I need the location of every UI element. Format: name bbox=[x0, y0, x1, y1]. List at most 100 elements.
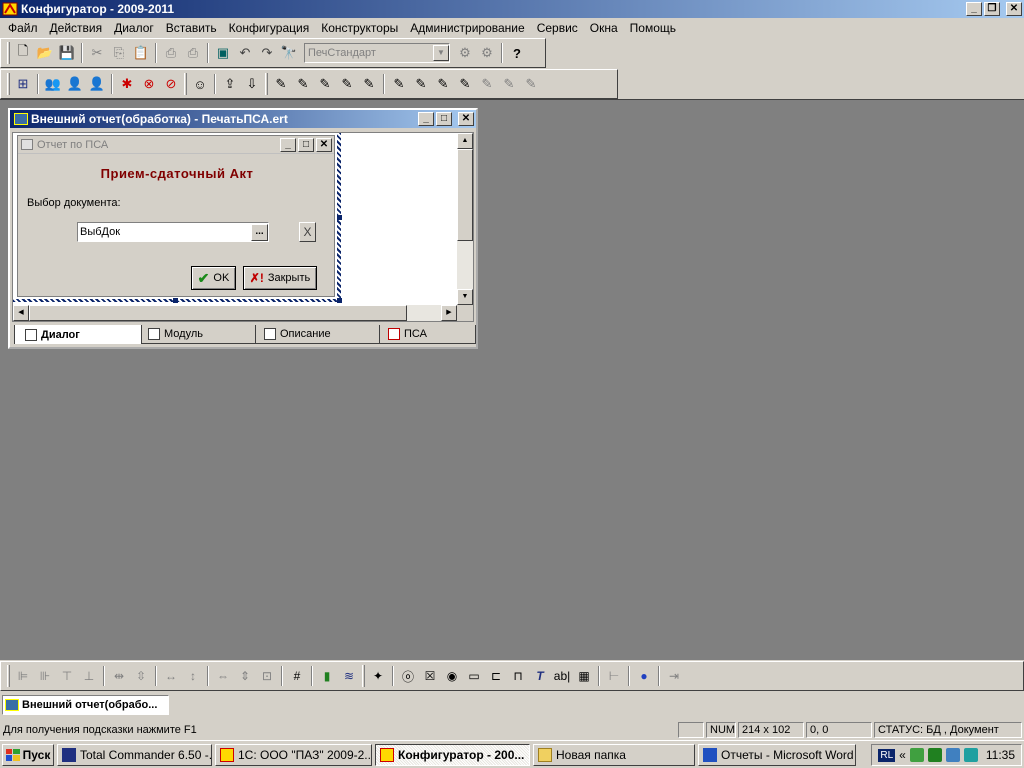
frame-control-icon[interactable]: ▭ bbox=[463, 665, 485, 687]
scroll-up-icon[interactable]: ▲ bbox=[457, 133, 473, 149]
space-down-icon[interactable]: ⇕ bbox=[234, 665, 256, 687]
wizard12-icon[interactable]: ✎ bbox=[520, 73, 542, 95]
table-control-icon[interactable]: ▦ bbox=[573, 665, 595, 687]
menu-constructors[interactable]: Конструкторы bbox=[315, 21, 404, 35]
form-close-button[interactable]: ✕ bbox=[316, 138, 332, 152]
close-button[interactable]: ✕ bbox=[1006, 2, 1022, 16]
object-tool-icon[interactable]: ⚙ bbox=[454, 42, 476, 64]
menu-administration[interactable]: Администрирование bbox=[404, 21, 530, 35]
user-rights-icon[interactable]: 👤 bbox=[86, 73, 108, 95]
input-control-icon[interactable]: ab| bbox=[551, 665, 573, 687]
menu-service[interactable]: Сервис bbox=[531, 21, 584, 35]
form-heading[interactable]: Прием-сдаточный Акт bbox=[18, 166, 336, 181]
grid-icon[interactable]: # bbox=[286, 665, 308, 687]
new-file-icon[interactable]: 🗋 bbox=[12, 42, 34, 64]
scroll-right-icon[interactable]: ▶ bbox=[441, 305, 457, 321]
paste-icon[interactable]: 📋 bbox=[130, 42, 152, 64]
task-configurator[interactable]: Конфигуратор - 200... bbox=[375, 743, 530, 766]
button-control-icon[interactable]: ⓞ bbox=[397, 665, 419, 687]
toolbar-grip[interactable] bbox=[7, 73, 10, 95]
wizard6-icon[interactable]: ✎ bbox=[388, 73, 410, 95]
print-icon[interactable]: ⎙ bbox=[160, 42, 182, 64]
center-vertical-icon[interactable]: ⇳ bbox=[130, 665, 152, 687]
vertical-scrollbar[interactable]: ▲ ▼ bbox=[457, 133, 473, 305]
export-icon[interactable]: ⇪ bbox=[219, 73, 241, 95]
external-report-window[interactable]: Внешний отчет(обработка) - ПечатьПСА.ert… bbox=[8, 108, 478, 349]
document-label[interactable]: Выбор документа: bbox=[27, 197, 121, 209]
wizard10-icon[interactable]: ✎ bbox=[476, 73, 498, 95]
wizard8-icon[interactable]: ✎ bbox=[432, 73, 454, 95]
menu-actions[interactable]: Действия bbox=[44, 21, 109, 35]
menu-file[interactable]: Файл bbox=[2, 21, 44, 35]
open-folder-icon[interactable]: 📂 bbox=[34, 42, 56, 64]
radio-control-icon[interactable]: ◉ bbox=[441, 665, 463, 687]
horizontal-scroll-thumb[interactable] bbox=[29, 305, 407, 321]
resize-handle-right[interactable] bbox=[337, 215, 342, 220]
wizard1-icon[interactable]: ✎ bbox=[270, 73, 292, 95]
align-right-icon[interactable]: ⊪ bbox=[34, 665, 56, 687]
monitor-icon[interactable]: ☺ bbox=[189, 73, 211, 95]
form-minimize-button[interactable]: _ bbox=[280, 138, 296, 152]
restore-button[interactable]: ❐ bbox=[984, 2, 1000, 16]
space-across-icon[interactable]: ⇔ bbox=[212, 665, 234, 687]
monitor-tray-icon[interactable] bbox=[945, 748, 960, 762]
tab-module[interactable]: Модуль bbox=[138, 325, 256, 344]
stop-icon[interactable]: ⊗ bbox=[138, 73, 160, 95]
print-preview-icon[interactable]: ⎙ bbox=[182, 42, 204, 64]
wizard5-icon[interactable]: ✎ bbox=[358, 73, 380, 95]
undo-icon[interactable]: ↶ bbox=[234, 42, 256, 64]
horizontal-scrollbar[interactable]: ◀ ▶ bbox=[13, 305, 457, 321]
align-bottom-icon[interactable]: ⊥ bbox=[78, 665, 100, 687]
ok-button[interactable]: ✔ OK bbox=[191, 266, 236, 290]
align-left-icon[interactable]: ⊫ bbox=[12, 665, 34, 687]
center-horizontal-icon[interactable]: ⇹ bbox=[108, 665, 130, 687]
same-height-icon[interactable]: ↕ bbox=[182, 665, 204, 687]
debug-icon[interactable]: ✱ bbox=[116, 73, 138, 95]
scroll-left-icon[interactable]: ◀ bbox=[13, 305, 29, 321]
tree-icon[interactable]: ⊞ bbox=[12, 73, 34, 95]
wizard3-icon[interactable]: ✎ bbox=[314, 73, 336, 95]
tree-control-icon[interactable]: ⊢ bbox=[603, 665, 625, 687]
tab-description[interactable]: Описание bbox=[254, 325, 380, 344]
find-icon[interactable]: 🔭 bbox=[278, 42, 300, 64]
close-form-button[interactable]: ✗! Закрыть bbox=[243, 266, 317, 290]
antivirus-icon[interactable] bbox=[927, 748, 942, 762]
run-icon[interactable]: ⊘ bbox=[160, 73, 182, 95]
chevron-down-icon[interactable]: ▼ bbox=[433, 45, 449, 61]
child-close-button[interactable]: ✕ bbox=[458, 112, 474, 126]
document-select-field[interactable]: ВыбДок ... bbox=[77, 222, 269, 242]
properties-icon[interactable]: ▣ bbox=[212, 42, 234, 64]
same-width-icon[interactable]: ↔ bbox=[160, 665, 182, 687]
start-button[interactable]: Пуск bbox=[2, 743, 54, 766]
ole-control-icon[interactable]: ● bbox=[633, 665, 655, 687]
save-icon[interactable]: 💾 bbox=[56, 42, 78, 64]
user-edit-icon[interactable]: 👤 bbox=[64, 73, 86, 95]
resize-handle-corner[interactable] bbox=[337, 298, 342, 303]
layers-icon[interactable]: ≋ bbox=[338, 665, 360, 687]
wizard7-icon[interactable]: ✎ bbox=[410, 73, 432, 95]
checkbox-control-icon[interactable]: ☒ bbox=[419, 665, 441, 687]
vertical-scroll-thumb[interactable] bbox=[457, 149, 473, 241]
tab-dialog[interactable]: Диалог bbox=[14, 325, 142, 344]
resize-handle-bottom[interactable] bbox=[173, 298, 178, 303]
clear-button[interactable]: X bbox=[299, 222, 316, 242]
display-icon[interactable] bbox=[963, 748, 978, 762]
groupbox-control-icon[interactable]: ⊓ bbox=[507, 665, 529, 687]
menu-help[interactable]: Помощь bbox=[624, 21, 682, 35]
cut-icon[interactable]: ✂ bbox=[86, 42, 108, 64]
language-indicator[interactable]: RL bbox=[878, 748, 896, 762]
help-icon[interactable]: ? bbox=[506, 42, 528, 64]
ellipsis-button[interactable]: ... bbox=[251, 223, 268, 241]
network-icon[interactable] bbox=[909, 748, 924, 762]
menu-insert[interactable]: Вставить bbox=[160, 21, 223, 35]
menu-configuration[interactable]: Конфигурация bbox=[223, 21, 316, 35]
center-dialog-icon[interactable]: ⊡ bbox=[256, 665, 278, 687]
import-icon[interactable]: ⇩ bbox=[241, 73, 263, 95]
font-combo[interactable]: ПечСтандарт ▼ bbox=[304, 43, 450, 63]
task-total-commander[interactable]: Total Commander 6.50 -... bbox=[57, 743, 212, 766]
copy-icon[interactable]: ⎘ bbox=[108, 42, 130, 64]
toolbar-grip[interactable] bbox=[7, 665, 10, 687]
scroll-down-icon[interactable]: ▼ bbox=[457, 289, 473, 305]
align-top-icon[interactable]: ⊤ bbox=[56, 665, 78, 687]
task-1c-enterprise[interactable]: 1С: ООО "ПАЗ" 2009-2... bbox=[215, 743, 372, 766]
